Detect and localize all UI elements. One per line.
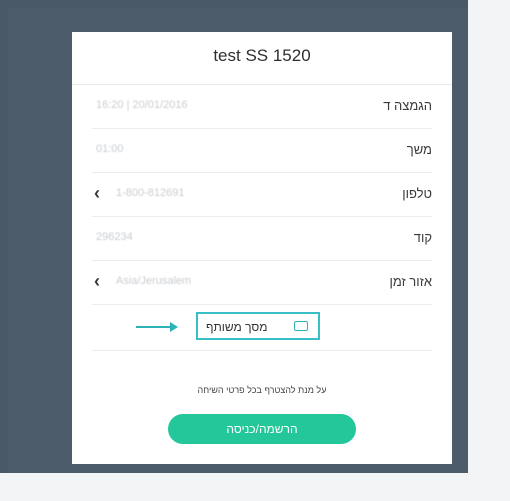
meeting-details-dialog: test SS 1520 16:20 | 20/01/2016 הגמצה ד …	[72, 32, 452, 464]
chevron-left-icon[interactable]: ‹	[94, 184, 100, 202]
share-screen-button[interactable]: מסך משותף	[196, 312, 320, 340]
field-value-timezone: Asia/Jerusalem	[116, 275, 192, 287]
divider	[92, 304, 432, 305]
field-label-timezone: אזור זמן	[389, 274, 432, 289]
field-row-code: 296234 קוד	[92, 217, 432, 261]
arrow-right-icon	[136, 322, 178, 332]
page-edge-right	[468, 0, 510, 501]
field-value-phone: 1-800-812691	[116, 187, 185, 199]
field-label-phone: טלפון	[402, 186, 432, 201]
field-value-date: 16:20 | 20/01/2016	[96, 99, 188, 111]
field-row-phone[interactable]: ‹ 1-800-812691 טלפון	[92, 173, 432, 217]
field-row-timezone[interactable]: ‹ Asia/Jerusalem אזור זמן	[92, 261, 432, 305]
dialog-title: test SS 1520	[213, 46, 311, 65]
chevron-left-icon[interactable]: ‹	[94, 272, 100, 290]
field-label-duration: משך	[406, 142, 432, 157]
field-value-code: 296234	[96, 231, 133, 243]
notice-text: על מנת להצטרף בכל פרטי השיחה	[197, 385, 327, 395]
field-row-date: 16:20 | 20/01/2016 הגמצה ד	[92, 85, 432, 129]
field-label-code: קוד	[413, 230, 432, 245]
field-value-duration: 01:00	[96, 143, 124, 155]
share-screen-area: מסך משותף	[132, 308, 392, 348]
screen-share-icon	[294, 321, 308, 331]
divider	[92, 350, 432, 351]
field-row-duration: 01:00 משך	[92, 129, 432, 173]
page-edge-bottom	[0, 473, 510, 501]
field-label-date: הגמצה ד	[383, 98, 432, 113]
share-screen-label: מסך משותף	[206, 320, 268, 334]
register-button[interactable]: הרשמה/כניסה	[168, 414, 356, 444]
